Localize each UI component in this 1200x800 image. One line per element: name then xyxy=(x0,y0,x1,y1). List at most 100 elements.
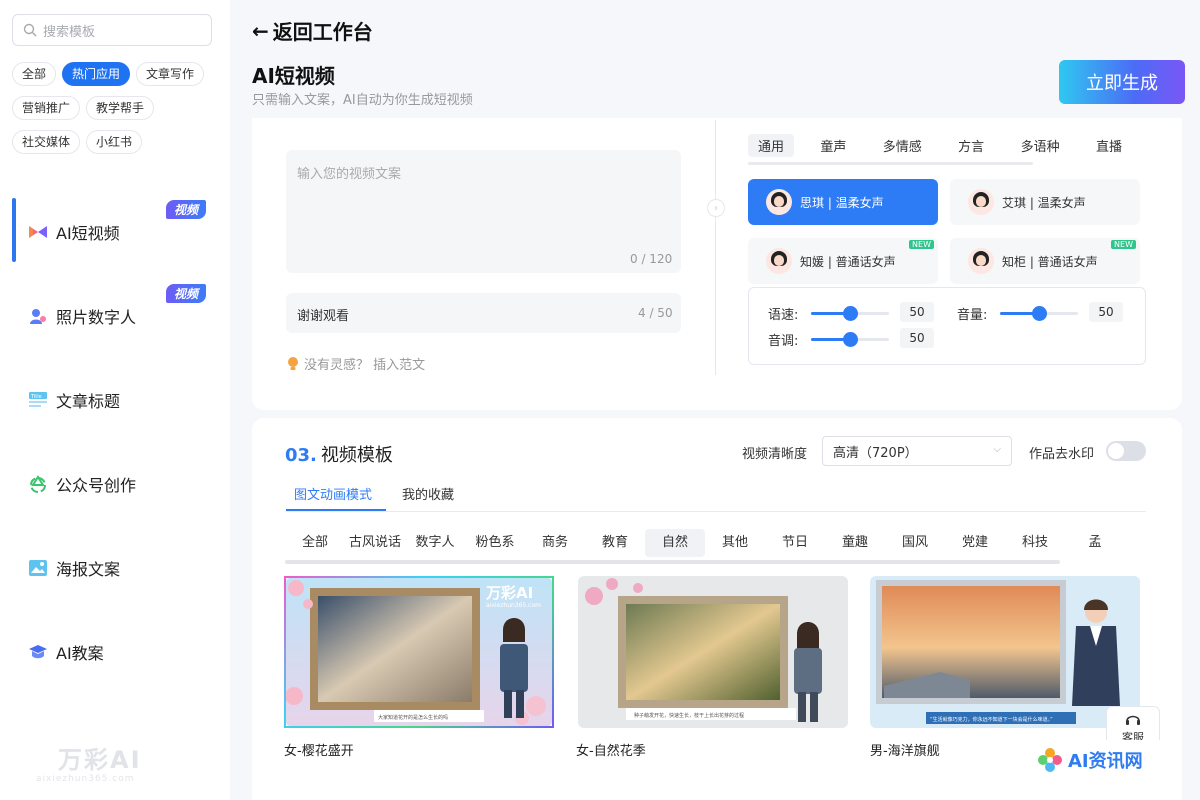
categories-scrollbar[interactable] xyxy=(285,560,1060,564)
avatar xyxy=(766,248,792,274)
headset-icon xyxy=(1126,715,1140,725)
tab-live[interactable]: 直播 xyxy=(1086,134,1132,157)
tag-teaching[interactable]: 教学帮手 xyxy=(86,96,155,120)
category-digital-human[interactable]: 数字人 xyxy=(405,529,465,557)
template-caption: 女-樱花盛开 xyxy=(284,744,354,759)
tab-child[interactable]: 童声 xyxy=(810,134,856,157)
category-more[interactable]: 孟 xyxy=(1065,529,1125,557)
back-to-workbench[interactable]: ← 返回工作台 xyxy=(252,16,373,45)
menu-item-article-title[interactable]: Title 文章标题 xyxy=(0,358,230,442)
tag-all[interactable]: 全部 xyxy=(12,62,57,86)
volume-slider[interactable] xyxy=(1000,306,1078,321)
brand-logo-url: aixiezhun365.com xyxy=(36,774,135,784)
section-number: 03. xyxy=(285,445,317,466)
menu-item-photo-digital-human[interactable]: 照片数字人 视频 xyxy=(0,274,230,358)
template-thumbnail: “生活就像巧克力，你永远不知道下一块会是什么味道。” xyxy=(870,576,1140,728)
voice-option-zhigui[interactable]: 知柜 | 普通话女声 NEW xyxy=(950,238,1140,284)
voice-params-box xyxy=(748,287,1146,365)
quality-value: 高清（720P） xyxy=(833,445,918,461)
pitch-slider[interactable] xyxy=(811,332,889,347)
svg-text:Title: Title xyxy=(30,394,42,400)
category-festival[interactable]: 节日 xyxy=(765,529,825,557)
category-other[interactable]: 其他 xyxy=(705,529,765,557)
tab-general[interactable]: 通用 xyxy=(748,134,795,157)
digital-human-icon xyxy=(28,306,48,326)
volume-label: 音量: xyxy=(957,308,988,323)
panel-divider xyxy=(715,120,716,375)
menu-label: AI教案 xyxy=(56,644,104,663)
menu-item-ai-lesson-plan[interactable]: AI教案 xyxy=(0,610,230,694)
category-national-style[interactable]: 国风 xyxy=(885,529,945,557)
template-caption: 女-自然花季 xyxy=(576,744,646,759)
tab-multilingual[interactable]: 多语种 xyxy=(1011,134,1070,157)
card-subtitle: 大家知道花开的是怎么生长的吗 xyxy=(378,714,448,721)
remove-watermark-toggle[interactable] xyxy=(1106,441,1146,461)
template-card-cherry-blossom[interactable]: 大家知道花开的是怎么生长的吗 万彩AI aixiezhun365.com xyxy=(284,576,554,728)
active-tab-underline xyxy=(286,509,386,511)
tag-writing[interactable]: 文章写作 xyxy=(136,62,205,86)
page-subtitle: 只需输入文案，AI自动为你生成短视频 xyxy=(252,93,473,108)
slider-knob[interactable] xyxy=(1032,306,1047,321)
voice-option-aiqi[interactable]: 艾琪 | 温柔女声 xyxy=(950,179,1140,225)
speed-value[interactable]: 50 xyxy=(900,302,934,322)
voice-option-zhiyuan[interactable]: 知媛 | 普通话女声 NEW xyxy=(748,238,938,284)
video-bow-icon xyxy=(28,222,48,242)
tab-dialect[interactable]: 方言 xyxy=(948,134,994,157)
tag-marketing[interactable]: 营销推广 xyxy=(12,96,81,120)
category-education[interactable]: 教育 xyxy=(585,529,645,557)
card-subtitle: “生活就像巧克力，你永远不知道下一块会是什么味道。” xyxy=(930,716,1053,723)
app-menu: AI短视频 视频 照片数字人 视频 Title 文章标题 公众号创作 海报文案 … xyxy=(0,190,230,694)
tab-my-favorites[interactable]: 我的收藏 xyxy=(402,484,454,503)
category-tech[interactable]: 科技 xyxy=(1005,529,1065,557)
menu-item-official-account[interactable]: 公众号创作 xyxy=(0,442,230,526)
search-placeholder: 搜索模板 xyxy=(43,24,96,40)
script-char-count: 0 / 120 xyxy=(630,252,673,266)
chevron-right-icon[interactable]: › xyxy=(707,199,725,217)
generate-button[interactable]: 立即生成 xyxy=(1059,60,1185,104)
menu-label: 海报文案 xyxy=(56,560,121,579)
category-nature[interactable]: 自然 xyxy=(645,529,705,557)
template-card-ocean-flagship[interactable]: “生活就像巧克力，你永远不知道下一块会是什么味道。” xyxy=(870,576,1140,728)
pitch-value[interactable]: 50 xyxy=(900,328,934,348)
section-label: 视频模板 xyxy=(320,445,393,466)
sidebar: 搜索模板 全部 热门应用 文章写作 营销推广 教学帮手 社交媒体 小红书 AI短… xyxy=(0,0,230,800)
page-title: AI短视频 xyxy=(252,64,335,88)
category-pink[interactable]: 粉色系 xyxy=(465,529,525,557)
lightbulb-icon xyxy=(288,356,298,370)
tag-xiaohongshu[interactable]: 小红书 xyxy=(86,130,143,154)
avatar xyxy=(968,189,994,215)
mode-tabs-divider xyxy=(286,511,1146,512)
category-kids[interactable]: 童趣 xyxy=(825,529,885,557)
category-party[interactable]: 党建 xyxy=(945,529,1005,557)
voice-label: 知柜 | 普通话女声 xyxy=(1002,254,1098,269)
voice-tabs-scrollbar[interactable] xyxy=(748,162,1033,165)
menu-item-ai-short-video[interactable]: AI短视频 视频 xyxy=(0,190,230,274)
new-badge: NEW xyxy=(1111,240,1136,249)
speed-slider[interactable] xyxy=(811,306,889,321)
category-business[interactable]: 商务 xyxy=(525,529,585,557)
voice-option-siqi[interactable]: 思琪 | 温柔女声 xyxy=(748,179,938,225)
poster-icon xyxy=(28,558,48,578)
insert-sample-link[interactable]: 没有灵感？ 插入范文 xyxy=(286,354,425,373)
menu-item-poster-copy[interactable]: 海报文案 xyxy=(0,526,230,610)
search-input[interactable]: 搜索模板 xyxy=(12,14,212,46)
category-ancient-style[interactable]: 古风说话 xyxy=(345,529,405,557)
slider-knob[interactable] xyxy=(843,306,858,321)
section-title: 03. 视频模板 xyxy=(285,441,393,467)
slider-knob[interactable] xyxy=(843,332,858,347)
tag-hot-apps[interactable]: 热门应用 xyxy=(62,62,131,86)
chevron-down-icon: ⌵ xyxy=(993,444,1001,455)
tab-emotion[interactable]: 多情感 xyxy=(873,134,932,157)
tab-animation-mode[interactable]: 图文动画模式 xyxy=(294,484,372,503)
quality-select[interactable]: 高清（720P） ⌵ xyxy=(822,436,1012,466)
video-badge: 视频 xyxy=(165,284,206,303)
template-categories: 全部 古风说话 数字人 粉色系 商务 教育 自然 其他 节日 童趣 国风 党建 科技孟 xyxy=(285,529,1148,557)
tag-social[interactable]: 社交媒体 xyxy=(12,130,81,154)
ending-char-count: 4 / 50 xyxy=(638,306,673,320)
volume-value[interactable]: 50 xyxy=(1089,302,1123,322)
voice-label: 艾琪 | 温柔女声 xyxy=(1002,195,1086,210)
template-card-nature-season[interactable]: 种子萌发开花，快速生长，枝干上长出花芽的过程 xyxy=(578,576,848,728)
card-overlay-sub: aixiezhun365.com xyxy=(486,602,541,609)
category-all[interactable]: 全部 xyxy=(285,529,345,557)
flower-logo-icon xyxy=(1038,748,1062,772)
